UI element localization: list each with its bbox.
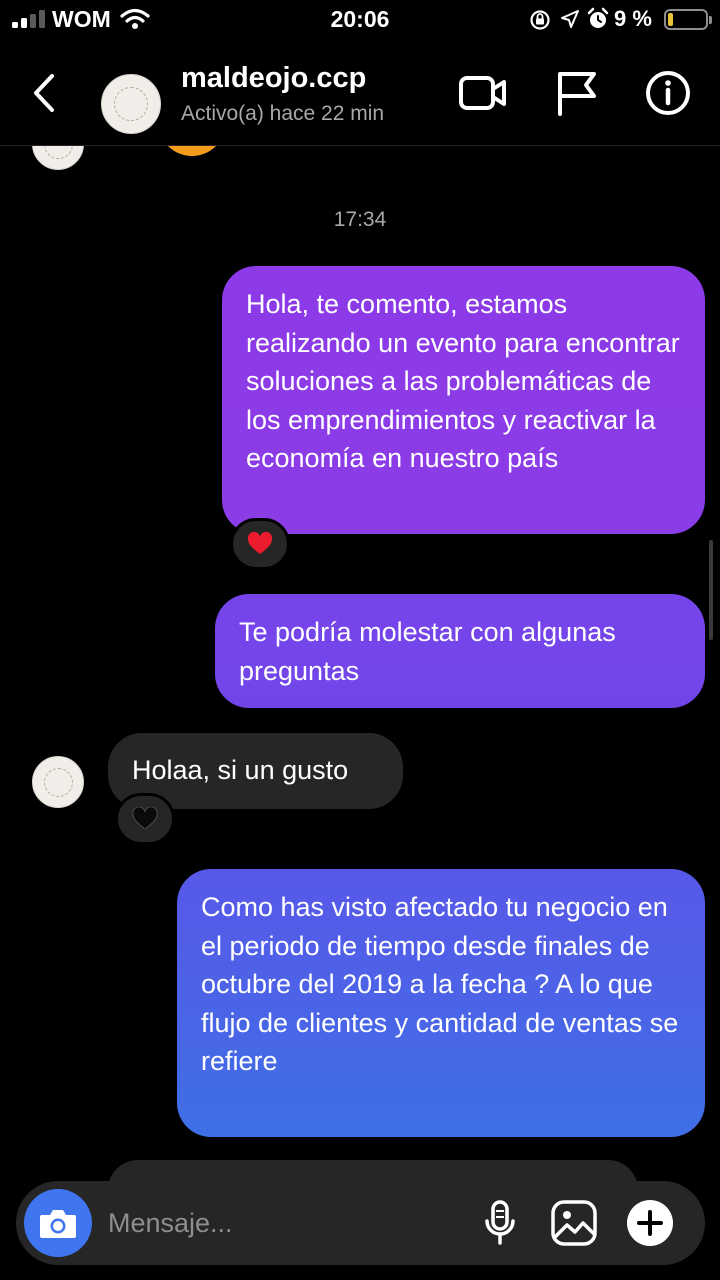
- clock: 20:06: [330, 6, 390, 32]
- battery-icon: [664, 9, 712, 30]
- orientation-lock-icon: [530, 10, 550, 30]
- chat-header: maldeojo.ccp Activo(a) hace 22 min: [0, 40, 720, 146]
- contact-message-avatar[interactable]: [32, 756, 84, 808]
- active-status: Activo(a) hace 22 min: [181, 102, 385, 125]
- info-icon[interactable]: [644, 70, 694, 116]
- alarm-icon: [587, 7, 609, 28]
- microphone-icon[interactable]: [476, 1199, 524, 1247]
- sent-message-bubble[interactable]: Como has visto afectado tu negocio en el…: [177, 869, 705, 1137]
- plus-icon[interactable]: [626, 1199, 674, 1247]
- reaction-badge[interactable]: [115, 793, 175, 845]
- camera-icon: [40, 1210, 76, 1238]
- black-heart-icon: [132, 807, 158, 830]
- battery-percent: 9 %: [614, 6, 652, 31]
- contact-avatar[interactable]: [101, 74, 161, 134]
- camera-button[interactable]: [24, 1189, 92, 1257]
- status-bar: WOM 20:06 9 %: [0, 0, 720, 40]
- message-input[interactable]: [108, 1201, 468, 1245]
- sent-message-bubble[interactable]: Hola, te comento, estamos realizando un …: [222, 266, 705, 534]
- scrollbar[interactable]: [709, 540, 713, 640]
- message-composer: [16, 1181, 705, 1265]
- flag-icon[interactable]: [553, 70, 603, 116]
- gallery-icon[interactable]: [550, 1199, 598, 1247]
- sent-message-bubble[interactable]: Te podría molestar con algunas preguntas: [215, 594, 705, 708]
- reaction-badge[interactable]: [230, 518, 290, 570]
- contact-username[interactable]: maldeojo.ccp: [181, 62, 366, 95]
- back-chevron-icon[interactable]: [24, 70, 64, 116]
- location-icon: [561, 10, 579, 28]
- red-heart-icon: [247, 532, 273, 554]
- video-call-icon[interactable]: [458, 70, 508, 116]
- message-timestamp: 17:34: [333, 208, 387, 231]
